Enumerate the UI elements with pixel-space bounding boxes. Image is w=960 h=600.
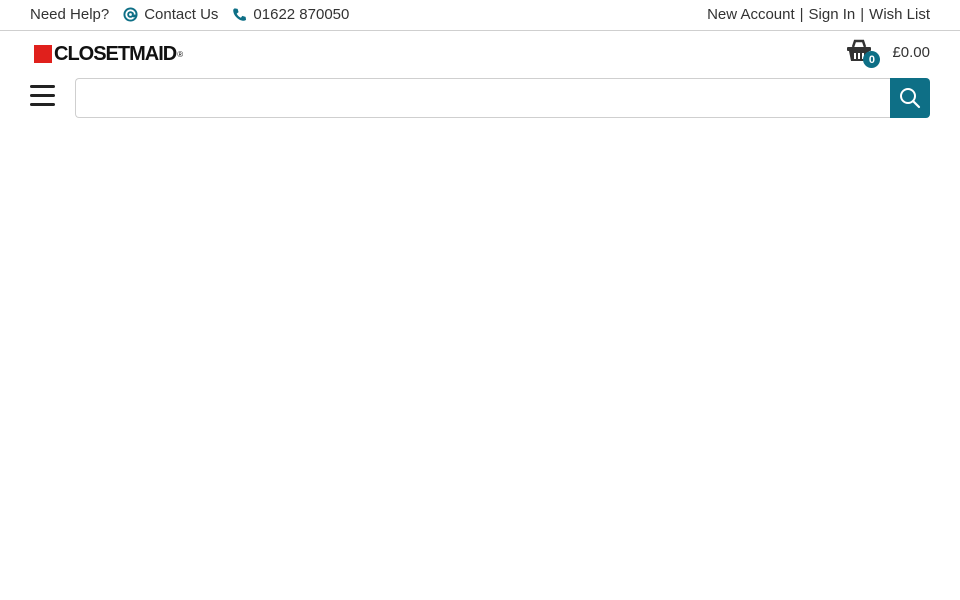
sign-in-link[interactable]: Sign In [809, 6, 856, 23]
logo-wordmark: CLOSETMAID [54, 43, 177, 65]
link-separator: | [799, 6, 804, 23]
closetmaid-logo[interactable]: CLOSETMAID ® [34, 43, 184, 65]
hamburger-menu-button[interactable] [30, 85, 55, 107]
contact-us-label: Contact Us [144, 6, 219, 23]
hamburger-menu-icon [30, 94, 55, 97]
search-button[interactable] [890, 78, 930, 118]
search-input[interactable] [75, 78, 890, 118]
mini-cart[interactable]: 0 £0.00 [846, 39, 930, 68]
cart-count-badge: 0 [863, 51, 881, 68]
hamburger-menu-icon [30, 85, 55, 88]
header-row: CLOSETMAID ® 0 £0.00 [0, 31, 960, 77]
new-account-link[interactable]: New Account [707, 6, 795, 23]
registered-mark: ® [177, 49, 184, 59]
wish-list-link[interactable]: Wish List [869, 6, 930, 23]
search-row [0, 77, 960, 121]
phone-link[interactable]: 01622 870050 [232, 6, 349, 23]
search-icon [900, 88, 921, 109]
cart-total: £0.00 [892, 43, 930, 61]
link-separator: | [860, 6, 865, 23]
phone-icon [233, 8, 247, 21]
hamburger-menu-icon [30, 103, 55, 106]
need-help-text: Need Help? [30, 6, 110, 23]
basket-button[interactable]: 0 [846, 39, 881, 68]
help-links: Need Help? Contact Us 01622 870050 [30, 6, 349, 23]
at-sign-icon [123, 7, 138, 22]
contact-us-link[interactable]: Contact Us [123, 6, 218, 23]
logo-square [34, 45, 52, 63]
account-links: New Account | Sign In | Wish List [707, 6, 930, 23]
top-utility-bar: Need Help? Contact Us 01622 870050 New A… [0, 0, 960, 31]
phone-number: 01622 870050 [253, 6, 350, 23]
